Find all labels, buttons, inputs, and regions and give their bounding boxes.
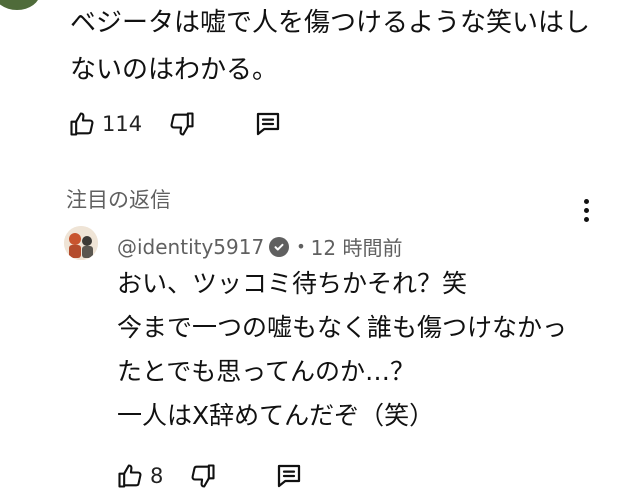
reply-header: @identity5917 • 12 時間前 <box>117 232 402 261</box>
avatar-image <box>64 226 98 260</box>
reply-line: 一人はX辞めてんだぞ（笑） <box>117 401 435 430</box>
like-button[interactable] <box>64 106 100 142</box>
verified-check-icon <box>269 236 290 257</box>
separator-dot: • <box>296 237 306 256</box>
thumbs-up-icon <box>118 464 142 488</box>
reply-author[interactable]: @identity5917 <box>117 235 264 259</box>
reply-reply-button[interactable] <box>271 458 307 494</box>
comment-icon <box>278 464 301 488</box>
reply-timestamp: 12 時間前 <box>310 236 403 260</box>
more-vert-icon[interactable] <box>570 194 602 226</box>
reply-line: 今まで一つの嘘もなく誰も傷つけなかっ <box>117 313 568 342</box>
reply-line: おい、ツッコミ待ちかそれ？笑 <box>117 269 468 298</box>
comment-body: ベジータは嘘で人を傷つけるような笑いはし ないのはわかる。 <box>70 0 610 94</box>
reply-like-button[interactable] <box>112 458 148 494</box>
comment-icon <box>256 112 280 136</box>
dislike-button[interactable] <box>164 106 200 142</box>
reply-dislike-button[interactable] <box>185 458 221 494</box>
reply-avatar[interactable] <box>64 226 98 260</box>
commenter-avatar[interactable] <box>0 0 40 10</box>
like-count: 114 <box>102 112 143 136</box>
comment-line: ベジータは嘘で人を傷つけるような笑いはし <box>70 8 591 38</box>
reply-body: おい、ツッコミ待ちかそれ？笑 今まで一つの嘘もなく誰も傷つけなかっ たとでも思っ… <box>117 262 617 438</box>
reply-line: たとでも思ってんのか…？ <box>117 357 416 386</box>
thumbs-up-icon <box>70 112 94 136</box>
comment-actions: 114 <box>64 106 286 142</box>
comment-line: ないのはわかる。 <box>70 55 279 85</box>
pinned-reply-label: 注目の返信 <box>66 188 171 212</box>
thumbs-down-icon <box>170 112 194 136</box>
thumbs-down-icon <box>191 464 215 488</box>
reply-button[interactable] <box>250 106 286 142</box>
reply-like-count: 8 <box>150 464 164 488</box>
reply-actions: 8 <box>112 458 307 494</box>
